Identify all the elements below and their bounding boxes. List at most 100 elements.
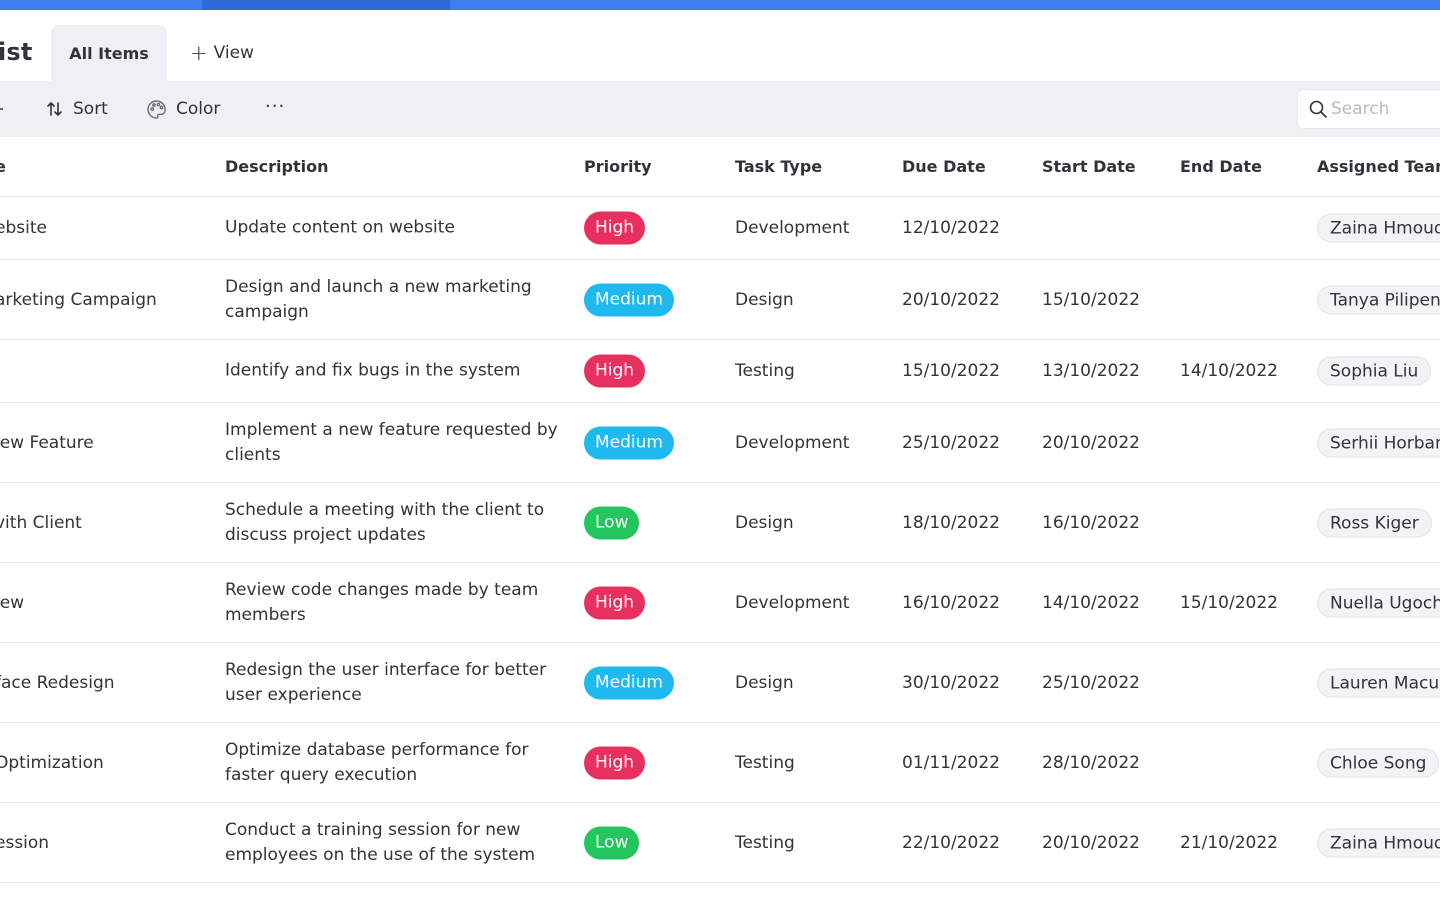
table-row[interactable]: vith Client Schedule a meeting with the c… bbox=[0, 483, 1440, 563]
table-row[interactable]: iew Review code changes made by team memb… bbox=[0, 563, 1440, 643]
priority-cell[interactable]: High bbox=[584, 211, 646, 245]
assigned-team-cell[interactable]: Sophia Liu bbox=[1317, 356, 1432, 386]
collapse-indicator bbox=[0, 108, 3, 110]
due-date-cell: 18/10/2022 bbox=[902, 512, 1000, 533]
color-button[interactable]: Color bbox=[146, 96, 220, 122]
tab-all-items[interactable]: All Items bbox=[51, 25, 167, 81]
task-type-cell: Testing bbox=[735, 361, 795, 381]
task-type-cell: Design bbox=[735, 289, 794, 310]
assigned-team-cell[interactable]: Zaina Hmoud bbox=[1317, 828, 1440, 857]
priority-cell[interactable]: High bbox=[584, 354, 646, 388]
start-date-cell: 14/10/2022 bbox=[1042, 592, 1140, 613]
sort-button[interactable]: Sort bbox=[46, 96, 108, 122]
add-view-button[interactable]: + View bbox=[190, 40, 254, 66]
priority-cell[interactable]: Low bbox=[584, 506, 640, 539]
start-date-cell: 13/10/2022 bbox=[1042, 361, 1140, 381]
task-name-cell[interactable]: iew bbox=[0, 593, 24, 613]
due-date-cell: 15/10/2022 bbox=[902, 361, 1000, 381]
assignee-chip: Ross Kiger bbox=[1317, 508, 1432, 537]
assigned-team-cell[interactable]: Chloe Song bbox=[1317, 748, 1440, 777]
column-header-name[interactable]: e bbox=[0, 157, 6, 176]
assigned-team-cell[interactable]: Tanya Pilipen bbox=[1317, 285, 1440, 314]
description-cell: Identify and fix bugs in the system bbox=[225, 360, 521, 381]
end-date-cell: 15/10/2022 bbox=[1180, 592, 1278, 613]
due-date-cell: 01/11/2022 bbox=[902, 752, 1000, 773]
column-header-start-date[interactable]: Start Date bbox=[1042, 157, 1136, 176]
priority-badge: Low bbox=[584, 506, 640, 539]
description-cell: Optimize database performance for faster… bbox=[225, 739, 529, 785]
task-name-cell[interactable]: face Redesign bbox=[0, 673, 115, 693]
assigned-team-cell[interactable]: Ross Kiger bbox=[1317, 508, 1432, 537]
priority-badge: High bbox=[584, 746, 646, 779]
more-options-button[interactable]: ··· bbox=[265, 93, 285, 119]
priority-badge: Medium bbox=[584, 283, 674, 316]
table-row[interactable]: ebsite Update content on website High Devel… bbox=[0, 197, 1440, 260]
task-name-cell[interactable]: vith Client bbox=[0, 513, 82, 533]
table-row[interactable]: face Redesign Redesign the user interface… bbox=[0, 643, 1440, 723]
assignee-chip: Nuella Ugoch bbox=[1317, 588, 1440, 617]
plus-icon: + bbox=[190, 40, 208, 65]
priority-badge: High bbox=[584, 211, 646, 245]
priority-badge: Medium bbox=[584, 426, 674, 459]
priority-badge: Medium bbox=[584, 666, 674, 699]
assignee-chip: Tanya Pilipen bbox=[1317, 285, 1440, 314]
task-type-cell: Testing bbox=[735, 752, 795, 773]
search-icon bbox=[1308, 99, 1328, 119]
task-name-cell[interactable]: arketing Campaign bbox=[0, 290, 157, 310]
start-date-cell: 25/10/2022 bbox=[1042, 672, 1140, 693]
description-cell: Design and launch a new marketing campai… bbox=[225, 276, 532, 322]
search-input[interactable] bbox=[1331, 99, 1440, 119]
due-date-cell: 30/10/2022 bbox=[902, 672, 1000, 693]
priority-cell[interactable]: Medium bbox=[584, 666, 674, 699]
assigned-team-cell[interactable]: Zaina Hmoud bbox=[1317, 213, 1440, 243]
assigned-team-cell[interactable]: Serhii Horban bbox=[1317, 428, 1440, 457]
assignee-chip: Chloe Song bbox=[1317, 748, 1440, 777]
due-date-cell: 22/10/2022 bbox=[902, 832, 1000, 853]
task-name-cell[interactable]: Optimization bbox=[0, 753, 104, 773]
column-header-due-date[interactable]: Due Date bbox=[902, 157, 986, 176]
add-view-label: View bbox=[213, 43, 254, 63]
top-accent-segment bbox=[202, 0, 450, 10]
task-name-cell[interactable]: ession bbox=[0, 833, 49, 853]
priority-cell[interactable]: Medium bbox=[584, 426, 674, 459]
table-row[interactable]: Identify and fix bugs in the system High T… bbox=[0, 340, 1440, 403]
priority-cell[interactable]: High bbox=[584, 746, 646, 779]
end-date-cell: 21/10/2022 bbox=[1180, 832, 1278, 853]
assignee-chip: Zaina Hmoud bbox=[1317, 828, 1440, 857]
priority-cell[interactable]: Medium bbox=[584, 283, 674, 316]
task-name-cell[interactable]: lew Feature bbox=[0, 433, 94, 453]
search-box[interactable] bbox=[1297, 89, 1440, 129]
table-row[interactable]: arketing Campaign Design and launch a new… bbox=[0, 260, 1440, 340]
due-date-cell: 12/10/2022 bbox=[902, 218, 1000, 238]
table-header: e Description Priority Task Type Due Dat… bbox=[0, 137, 1440, 197]
column-header-assigned-team[interactable]: Assigned Tean bbox=[1317, 157, 1440, 176]
column-header-description[interactable]: Description bbox=[225, 157, 328, 176]
end-date-cell: 14/10/2022 bbox=[1180, 361, 1278, 381]
table-row[interactable]: lew Feature Implement a new feature reque… bbox=[0, 403, 1440, 483]
priority-badge: High bbox=[584, 586, 646, 619]
priority-cell[interactable]: High bbox=[584, 586, 646, 619]
table-row[interactable]: ession Conduct a training session for new… bbox=[0, 803, 1440, 883]
assignee-chip: Sophia Liu bbox=[1317, 356, 1432, 386]
priority-badge: High bbox=[584, 354, 646, 388]
task-type-cell: Development bbox=[735, 432, 850, 453]
task-type-cell: Development bbox=[735, 218, 850, 238]
column-header-end-date[interactable]: End Date bbox=[1180, 157, 1262, 176]
assignee-chip: Zaina Hmoud bbox=[1317, 213, 1440, 243]
assigned-team-cell[interactable]: Lauren Macul bbox=[1317, 668, 1440, 697]
due-date-cell: 16/10/2022 bbox=[902, 592, 1000, 613]
start-date-cell: 16/10/2022 bbox=[1042, 512, 1140, 533]
priority-cell[interactable]: Low bbox=[584, 826, 640, 859]
top-accent-bar bbox=[0, 0, 1440, 10]
table-row[interactable]: Optimization Optimize database performanc… bbox=[0, 723, 1440, 803]
task-type-cell: Development bbox=[735, 592, 850, 613]
description-cell: Redesign the user interface for better u… bbox=[225, 659, 547, 705]
start-date-cell: 28/10/2022 bbox=[1042, 752, 1140, 773]
sort-label: Sort bbox=[73, 99, 108, 119]
assigned-team-cell[interactable]: Nuella Ugoch bbox=[1317, 588, 1440, 617]
description-cell: Schedule a meeting with the client to di… bbox=[225, 499, 545, 545]
column-header-task-type[interactable]: Task Type bbox=[735, 157, 822, 176]
task-type-cell: Testing bbox=[735, 832, 795, 853]
column-header-priority[interactable]: Priority bbox=[584, 157, 652, 176]
task-name-cell[interactable]: ebsite bbox=[0, 218, 47, 238]
